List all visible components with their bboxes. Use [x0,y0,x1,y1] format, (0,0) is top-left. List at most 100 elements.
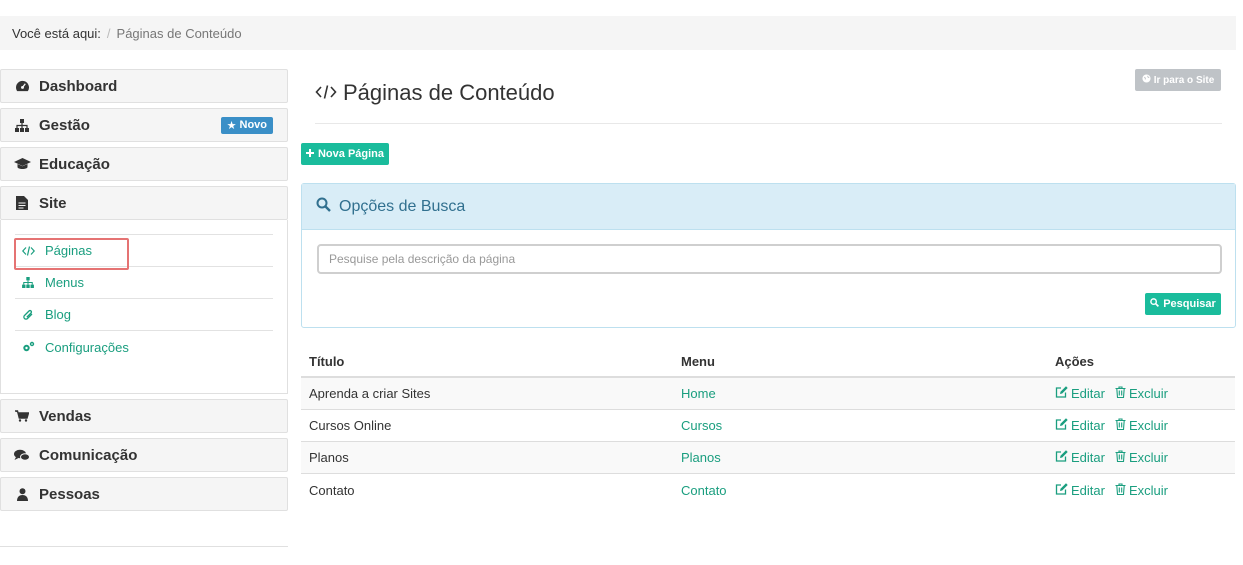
file-icon [13,196,31,210]
search-panel-title: Opções de Busca [339,197,466,215]
sidebar-item-comunicacao[interactable]: Comunicação [0,438,288,472]
row-actions: Editar Excluir [1048,450,1235,465]
sidebar-item-label: Dashboard [39,77,118,95]
breadcrumb-current: Páginas de Conteúdo [116,25,242,41]
breadcrumb-lead: Você está aqui: [12,25,101,41]
row-title: Contato [309,482,355,498]
sidebar-item-label: Vendas [39,407,92,425]
new-page-label: Nova Página [317,148,385,160]
sidebar-item-site[interactable]: Site [0,186,288,220]
sidebar-item-educacao[interactable]: Educação [0,147,288,181]
search-icon [316,197,331,217]
graduation-cap-icon [13,158,31,170]
sidebar-item-vendas[interactable]: Vendas [0,399,288,433]
submenu-item-blog[interactable]: Blog [15,299,273,331]
sidebar-item-label: Site [39,194,67,212]
cart-icon [13,410,31,422]
row-menu-link[interactable]: Cursos [674,418,1048,433]
globe-icon [1142,74,1151,86]
row-menu-link[interactable]: Planos [674,450,1048,465]
edit-icon [1055,482,1068,498]
trash-icon [1115,386,1126,401]
row-menu-link[interactable]: Home [674,386,1048,401]
dashboard-icon [13,80,31,93]
code-icon [21,245,35,256]
row-title: Cursos Online [309,418,392,433]
code-icon [315,80,337,106]
submenu-item-configuracoes[interactable]: Configurações [15,331,273,363]
title-divider [315,123,1222,124]
pages-table: Título Menu Ações Aprenda a criar Sites … [301,346,1235,506]
comments-icon [13,449,31,462]
edit-button[interactable]: Editar [1055,483,1105,498]
trash-icon [1115,418,1126,433]
badge-label: Novo [239,119,268,131]
search-button-label: Pesquisar [1163,298,1216,310]
paperclip-icon [21,309,35,321]
delete-button[interactable]: Excluir [1115,483,1168,498]
table-row: Planos Planos Editar Excluir [301,442,1235,474]
page-title-text: Páginas de Conteúdo [343,80,555,105]
column-header-actions: Ações [1055,353,1095,369]
page-title: Páginas de Conteúdo [315,80,555,106]
delete-label: Excluir [1128,386,1168,401]
go-to-site-button[interactable]: Ir para o Site [1135,69,1221,91]
edit-icon [1055,386,1068,401]
row-actions: Editar Excluir [1048,418,1235,433]
edit-button[interactable]: Editar [1055,450,1105,465]
sidebar-item-pessoas[interactable]: Pessoas [0,477,288,511]
go-to-site-label: Ir para o Site [1153,74,1215,86]
column-header-menu: Menu [681,353,715,369]
search-button[interactable]: Pesquisar [1145,293,1221,315]
star-icon: ★ [226,119,237,132]
new-badge: ★ Novo [220,116,273,134]
row-actions: Editar Excluir [1048,386,1235,401]
sidebar-item-label: Comunicação [39,446,138,464]
trash-icon [1115,482,1126,498]
row-title: Aprenda a criar Sites [309,386,431,401]
sidebar: Dashboard Gestão ★ Novo Educação Site Pá… [0,69,288,547]
new-page-button[interactable]: Nova Página [301,143,389,165]
sidebar-item-label: Gestão [39,116,90,134]
site-submenu: Páginas Menus Blog Configurações [0,220,288,394]
sidebar-item-gestao[interactable]: Gestão ★ Novo [0,108,288,142]
edit-label: Editar [1071,450,1105,465]
search-icon [1150,298,1160,310]
row-menu-link[interactable]: Contato [674,483,1048,498]
row-title: Planos [309,450,349,465]
delete-button[interactable]: Excluir [1115,450,1168,465]
trash-icon [1115,450,1126,465]
breadcrumb: Você está aqui: / Páginas de Conteúdo [0,16,1236,50]
edit-icon [1055,450,1068,465]
submenu-item-label: Configurações [45,339,129,355]
submenu-item-label: Blog [45,307,72,322]
sidebar-divider [0,546,288,547]
search-panel: Opções de Busca Pesquisar [301,183,1236,328]
edit-button[interactable]: Editar [1055,386,1105,401]
breadcrumb-separator: / [106,25,111,41]
sidebar-item-label: Pessoas [39,485,100,503]
table-row: Aprenda a criar Sites Home Editar Exclui… [301,378,1235,410]
delete-button[interactable]: Excluir [1115,386,1168,401]
sitemap-icon [21,277,35,288]
submenu-item-label: Menus [45,275,85,290]
plus-icon [305,148,314,160]
delete-label: Excluir [1128,418,1168,433]
submenu-item-menus[interactable]: Menus [15,267,273,299]
delete-button[interactable]: Excluir [1115,418,1168,433]
sidebar-item-label: Educação [39,155,110,173]
delete-label: Excluir [1128,450,1168,465]
edit-button[interactable]: Editar [1055,418,1105,433]
edit-icon [1055,418,1068,433]
sidebar-item-dashboard[interactable]: Dashboard [0,69,288,103]
row-actions: Editar Excluir [1048,483,1235,498]
submenu-item-label: Páginas [45,243,92,258]
delete-label: Excluir [1128,482,1168,498]
cogs-icon [21,341,35,353]
search-input[interactable] [317,244,1222,274]
column-header-title: Título [309,353,345,369]
user-icon [13,487,31,501]
edit-label: Editar [1071,386,1105,401]
search-panel-header: Opções de Busca [302,184,1235,230]
submenu-item-paginas[interactable]: Páginas [14,235,273,270]
